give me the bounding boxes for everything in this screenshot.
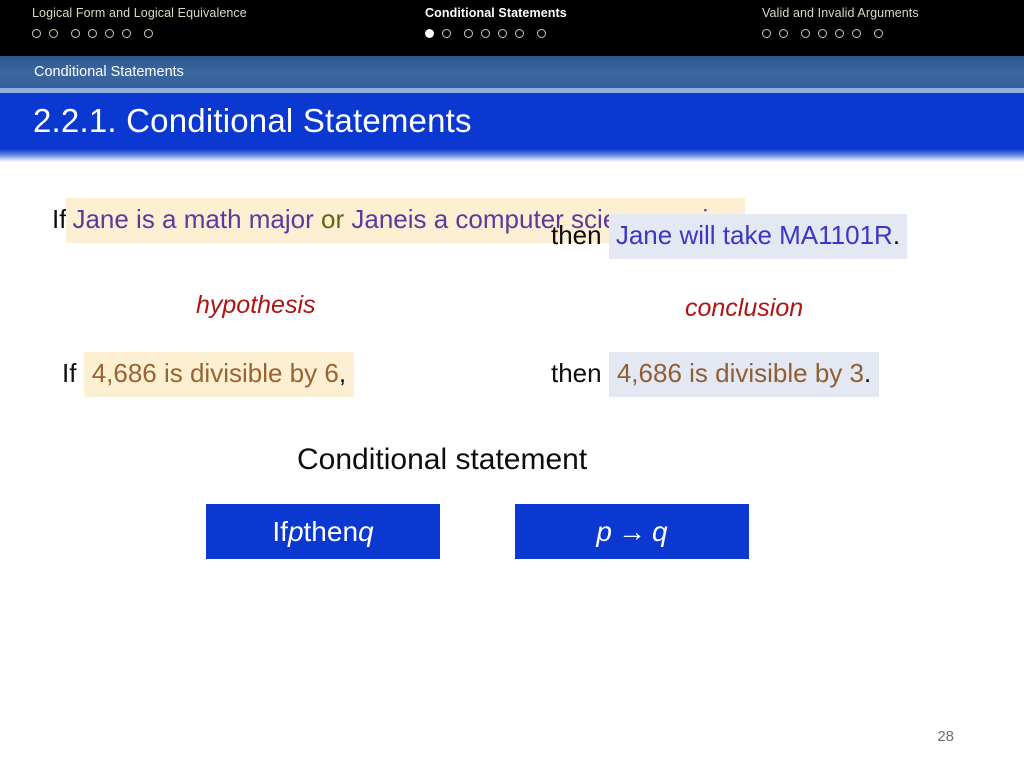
conclusion-text: 4,686 is divisible by 3: [616, 358, 864, 388]
nav-dot[interactable]: [122, 29, 131, 38]
then-keyword: then: [551, 220, 602, 250]
nav-dot[interactable]: [464, 29, 473, 38]
nav-group-logical-form[interactable]: Logical Form and Logical Equivalence: [32, 6, 247, 38]
if-keyword: If: [62, 358, 77, 388]
hypothesis-text-part-2: Jane: [344, 204, 408, 234]
formula-middle: then: [303, 515, 359, 547]
hypothesis-text-part-1: Jane is a math major: [72, 204, 322, 234]
nav-dot[interactable]: [762, 29, 771, 38]
nav-dot[interactable]: [71, 29, 80, 38]
nav-dot[interactable]: [818, 29, 827, 38]
nav-dots: [425, 29, 567, 38]
formula-box-if-p-then-q: If p then q: [206, 504, 440, 559]
formula-variable-p: p: [596, 515, 612, 547]
title-fade: [0, 149, 1024, 162]
implication-arrow-icon: →: [618, 515, 646, 547]
nav-dots: [762, 29, 919, 38]
nav-dot[interactable]: [498, 29, 507, 38]
conditional-statement-caption: Conditional statement: [297, 443, 588, 476]
title-band: 2.2.1. Conditional Statements: [0, 93, 1024, 149]
conclusion-highlight: Jane will take MA1101R.: [608, 214, 908, 259]
then-keyword: then: [551, 358, 602, 388]
nav-group-conditional-statements[interactable]: Conditional Statements: [425, 6, 567, 38]
example-2-conclusion: then 4,686 is divisible by 3.: [551, 352, 880, 397]
nav-dots: [32, 29, 247, 38]
hypothesis-text: 4,686 is divisible by 6: [91, 358, 339, 388]
nav-dot[interactable]: [835, 29, 844, 38]
hypothesis-highlight: 4,686 is divisible by 6,: [83, 352, 355, 397]
nav-dot-active[interactable]: [425, 29, 434, 38]
top-navigation-bar: Logical Form and Logical Equivalence Con…: [0, 0, 1024, 56]
page-number: 28: [937, 728, 954, 745]
conclusion-period: .: [892, 220, 901, 250]
hypothesis-role-label: hypothesis: [196, 291, 316, 319]
nav-dot[interactable]: [32, 29, 41, 38]
formula-variable-q: q: [652, 515, 668, 547]
formula-prefix: If: [272, 515, 288, 547]
formula-variable-p: p: [287, 515, 304, 547]
page-title: 2.2.1. Conditional Statements: [33, 102, 472, 139]
slide: Logical Form and Logical Equivalence Con…: [0, 0, 1024, 768]
nav-group-label: Logical Form and Logical Equivalence: [32, 6, 247, 20]
nav-dot[interactable]: [144, 29, 153, 38]
nav-dot[interactable]: [442, 29, 451, 38]
conclusion-highlight: 4,686 is divisible by 3.: [608, 352, 880, 397]
section-label: Conditional Statements: [34, 64, 184, 80]
nav-dot[interactable]: [481, 29, 490, 38]
nav-group-label: Conditional Statements: [425, 6, 567, 20]
nav-dot[interactable]: [779, 29, 788, 38]
nav-dot[interactable]: [105, 29, 114, 38]
formula-box-p-implies-q: p → q: [515, 504, 749, 559]
slide-body: If Jane is a math major or Janeis a compu…: [0, 162, 1024, 768]
nav-dot[interactable]: [88, 29, 97, 38]
formula-variable-q: q: [358, 515, 374, 547]
nav-dot[interactable]: [852, 29, 861, 38]
nav-group-label: Valid and Invalid Arguments: [762, 6, 919, 20]
example-2-hypothesis: If 4,686 is divisible by 6,: [62, 352, 355, 397]
conclusion-text: Jane will take MA1101R: [615, 220, 893, 250]
conclusion-period: .: [863, 358, 872, 388]
nav-dot[interactable]: [537, 29, 546, 38]
hypothesis-comma: ,: [338, 358, 347, 388]
nav-dot[interactable]: [801, 29, 810, 38]
nav-dot[interactable]: [874, 29, 883, 38]
if-keyword: If: [52, 204, 67, 234]
section-bar: Conditional Statements: [0, 56, 1024, 88]
nav-group-valid-invalid-arguments[interactable]: Valid and Invalid Arguments: [762, 6, 919, 38]
hypothesis-line-1: Jane is a math major or Jane: [72, 204, 407, 234]
example-1-conclusion: then Jane will take MA1101R.: [551, 214, 908, 259]
nav-dot[interactable]: [515, 29, 524, 38]
conclusion-role-label: conclusion: [685, 294, 804, 322]
nav-dot[interactable]: [49, 29, 58, 38]
hypothesis-connective: or: [321, 204, 345, 234]
